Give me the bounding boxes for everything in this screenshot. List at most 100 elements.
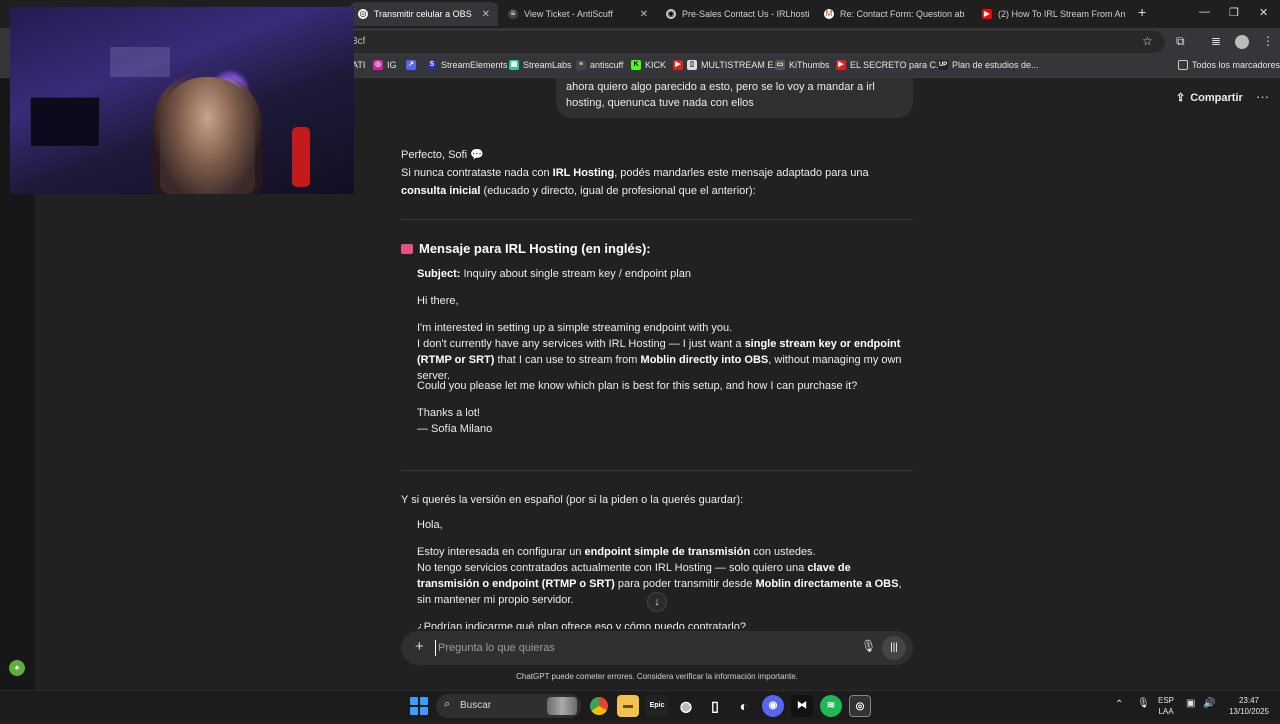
english-line-2: I don't currently have any services with… [417,338,902,382]
kick-icon: K [631,60,641,70]
english-line-3: Could you please let me know which plan … [417,380,858,392]
taskbar-search[interactable]: ⌕ Buscar [436,694,581,718]
language-indicator[interactable]: ESP LAA [1158,695,1174,717]
youtube-icon: ▶ [673,60,683,70]
divider [401,219,913,220]
webcam-overlay [10,7,354,194]
close-icon[interactable]: ✕ [482,9,490,20]
divider [401,470,913,471]
chrome-icon[interactable] [588,695,610,717]
more-options-button[interactable]: ··· [1256,89,1269,104]
instagram-icon: ◎ [373,60,383,70]
windows-taskbar: ⌕ Buscar ▬ Epic ◍ ▯ ◐ ◉ ⧓ ≋ ◎ ⌃ 🎙 ESP LA… [0,690,1280,720]
spanish-line-1: Estoy interesada en configurar un endpoi… [417,546,816,558]
tab-transmitir-celular[interactable]: ◎ Transmitir celular a OBS ✕ [350,2,498,26]
bookmark-streamlabs[interactable]: ▣ StreamLabs [509,60,572,70]
english-thanks: Thanks a lot! [417,407,480,419]
folder-icon [1178,60,1188,70]
user-message: ahora quiero algo parecido a esto, pero … [556,78,913,118]
assistant-greeting: Perfecto, Sofi 💬 [401,149,484,161]
scroll-down-button[interactable]: ↓ [647,592,667,612]
tab-presales[interactable]: ◉ Pre-Sales Contact Us - IRLhosti ✕ [658,2,814,26]
profile-avatar[interactable] [1235,35,1249,49]
chart-icon: ↗ [406,60,416,70]
extension-icon[interactable]: ✦ [9,660,25,676]
tab-title: Re: Contact Form: Question ab [840,9,965,19]
all-bookmarks[interactable]: Todos los marcadores [1178,60,1280,70]
bookmark-multistream[interactable]: ▶ ▯ MULTISTREAM E... [673,60,781,70]
clock[interactable]: 23:47 13/10/2025 [1222,695,1276,717]
assistant-intro: Si nunca contrataste nada con IRL Hostin… [401,167,869,197]
menu-icon[interactable]: ⋮ [1262,34,1274,48]
youtube-icon: ▶ [836,60,846,70]
new-tab-button[interactable]: + [1138,4,1146,20]
english-line-1: I'm interested in setting up a simple st… [417,322,733,334]
github-icon[interactable]: ◍ [675,695,697,717]
bookmark-ati[interactable]: ATI [352,60,365,70]
bookmark-antiscuff[interactable]: ≡ antiscuff [576,60,623,70]
globe-icon: ◉ [666,9,676,19]
discord-icon[interactable]: ◉ [762,695,784,717]
document-icon[interactable]: ▯ [704,695,726,717]
address-text: 3cf [352,36,366,47]
prompt-composer: + 🎙 ||| [401,631,913,665]
chevron-up-icon[interactable]: ⌃ [1115,699,1123,710]
media-control-icon[interactable]: ≣ [1211,34,1221,48]
epic-games-icon[interactable]: Epic [646,695,668,717]
english-heading: Mensaje para IRL Hosting (en inglés): [401,241,651,256]
microphone [292,127,310,187]
bookmark-chart[interactable]: ↗ [406,60,416,70]
love-letter-icon [401,243,413,254]
star-icon[interactable]: ☆ [1142,34,1153,48]
tab-title: (2) How To IRL Stream From An [998,9,1126,19]
close-window-button[interactable]: ✕ [1259,6,1268,19]
obs-icon[interactable]: ◎ [849,695,871,717]
maximize-button[interactable]: ❐ [1229,6,1239,19]
bookmark-el-secreto[interactable]: ▶ EL SECRETO para C... [836,60,944,70]
minimize-button[interactable]: — [1199,6,1210,18]
close-icon[interactable]: ✕ [640,9,648,20]
antiscuff-icon: ≡ [508,9,518,19]
microphone-icon[interactable]: 🎙 [861,639,876,653]
prompt-input[interactable] [435,640,855,656]
tab-view-ticket[interactable]: ≡ View Ticket - AntiScuff ✕ [500,2,656,26]
search-icon: ⌕ [444,698,451,710]
up-icon: UP [938,60,948,70]
address-input[interactable]: 3cf [340,31,1165,53]
capcut-icon[interactable]: ⧓ [791,695,813,717]
document-icon: ▯ [687,60,697,70]
english-subject: Subject: Inquiry about single stream key… [417,268,691,280]
voice-mode-icon[interactable]: ||| [882,636,906,660]
share-button[interactable]: ⇪ Compartir [1176,91,1243,105]
thumbnail-icon: ▭ [775,60,785,70]
english-signature: — Sofía Milano [417,423,493,435]
bookmark-kithumbs[interactable]: ▭ KiThumbs [775,60,830,70]
spanish-intro: Y si querés la versión en español (por s… [401,494,744,506]
volume-icon[interactable]: 🔊 [1203,698,1215,709]
antiscuff-icon: ≡ [576,60,586,70]
extensions-icon[interactable]: ⧉ [1176,34,1185,49]
tab-gmail[interactable]: M Re: Contact Form: Question ab ✕ [816,2,972,26]
monitor [30,97,100,147]
network-icon[interactable]: ▣ [1186,698,1195,709]
browser-icon[interactable]: ◐ [733,695,755,717]
tab-title: Pre-Sales Contact Us - IRLhosti [682,9,810,19]
windows-start-button[interactable] [410,697,428,715]
plus-icon[interactable]: + [415,638,424,655]
chatgpt-icon: ◎ [358,9,368,19]
bookmark-streamelements[interactable]: S StreamElements [427,60,508,70]
file-explorer-icon[interactable]: ▬ [617,695,639,717]
bookmark-ig[interactable]: ◎ IG [373,60,397,70]
close-icon[interactable]: ✕ [971,9,972,20]
youtube-icon: ▶ [982,9,992,19]
streamer [160,77,255,194]
spotify-icon[interactable]: ≋ [820,695,842,717]
bookmark-plan-estudios[interactable]: UP Plan de estudios de... [938,60,1039,70]
bookmark-kick[interactable]: K KICK [631,60,666,70]
spanish-line-3: ¿Podrían indicarme qué plan ofrece eso y… [417,621,746,629]
tab-youtube[interactable]: ▶ (2) How To IRL Stream From An ✕ [974,2,1130,26]
spanish-hola: Hola, [417,519,443,531]
streamlabs-icon: ▣ [509,60,519,70]
streamelements-icon: S [427,60,437,70]
microphone-tray-icon[interactable]: 🎙 [1137,698,1150,709]
